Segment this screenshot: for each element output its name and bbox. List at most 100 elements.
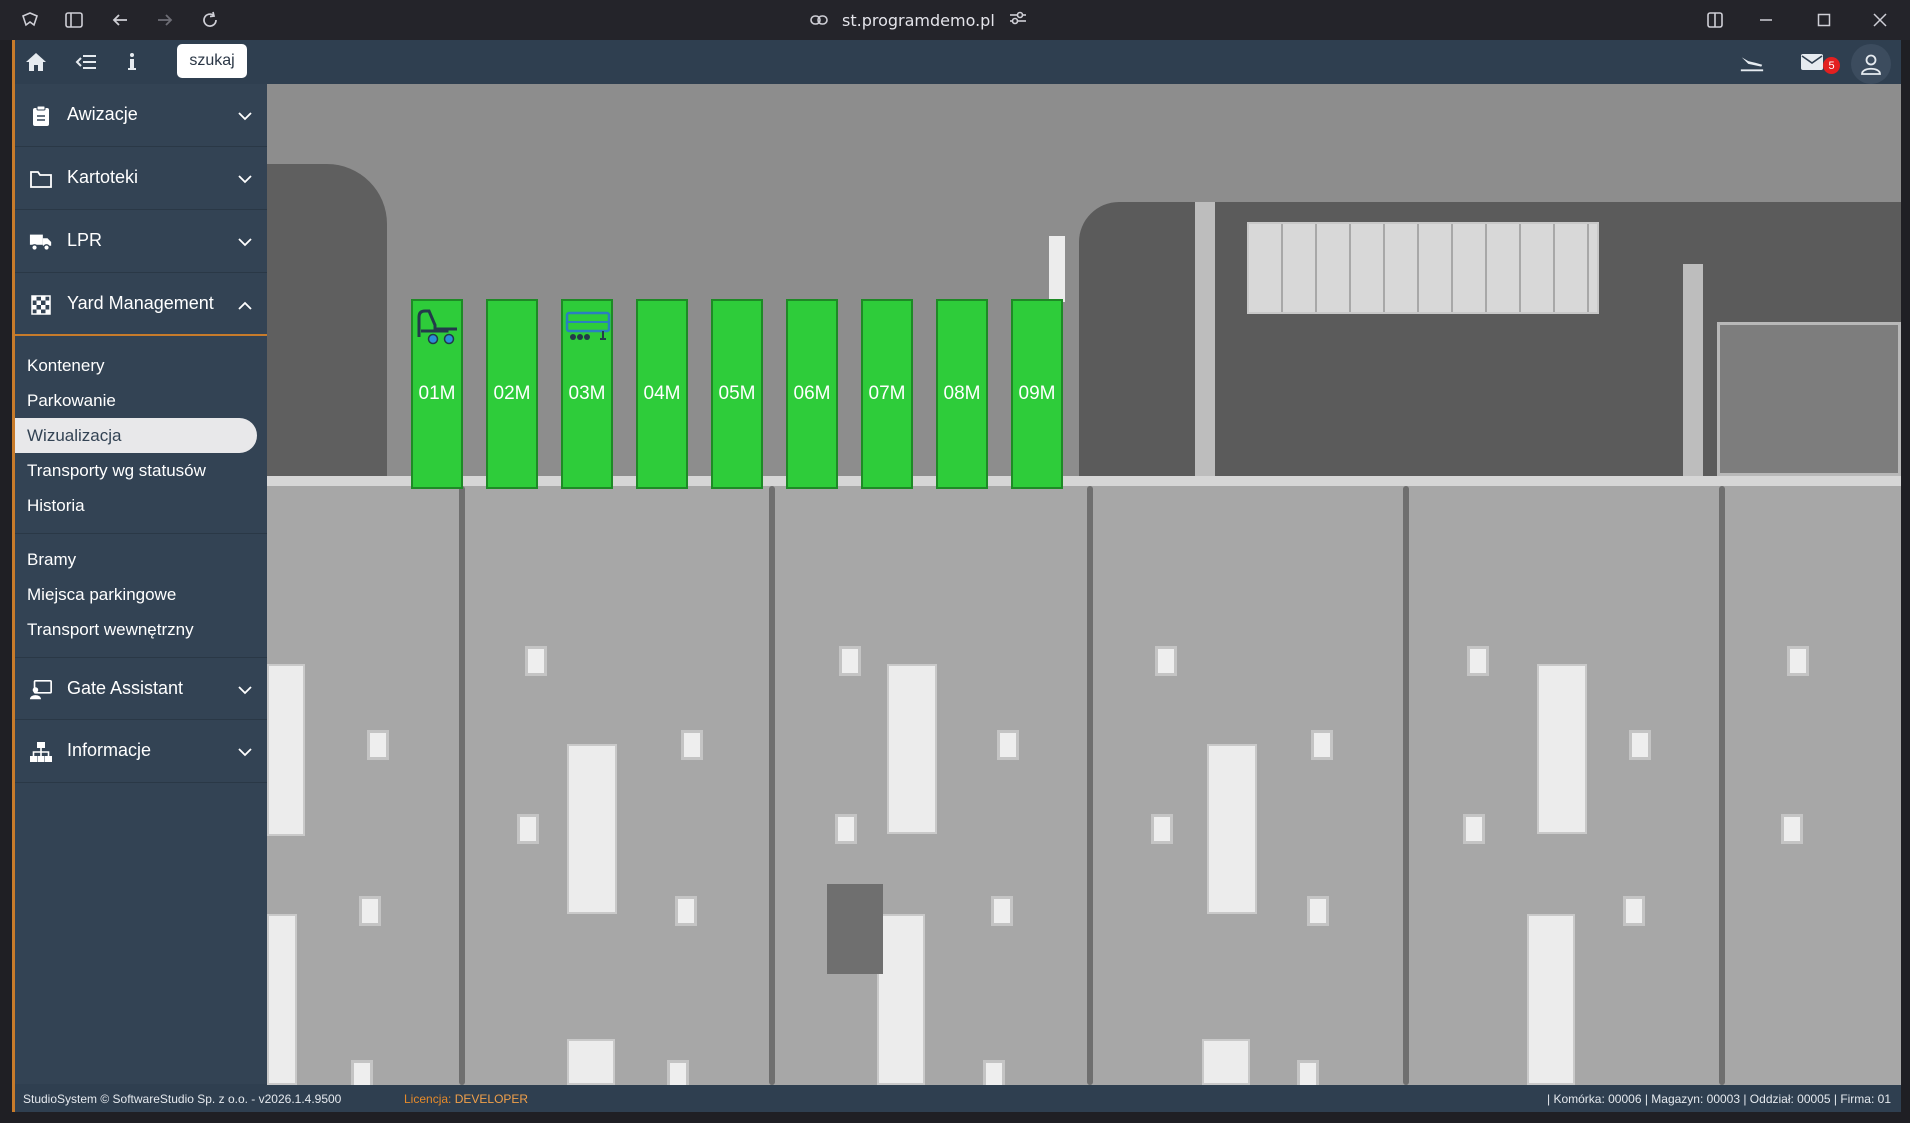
- parking-slot-06m[interactable]: 06M: [786, 299, 838, 489]
- map-roof-hatch: [997, 730, 1019, 760]
- map-roof-hatch: [1623, 896, 1645, 926]
- map-roof-seam: [769, 486, 775, 1085]
- yard-submenu: Kontenery Parkowanie Wizualizacja Transp…: [15, 336, 267, 657]
- sidebar-section-label: Gate Assistant: [67, 678, 184, 698]
- parking-slot-04m[interactable]: 04M: [636, 299, 688, 489]
- sidebar-section-lpr[interactable]: LPR: [15, 210, 267, 273]
- map-skylight: [567, 1039, 615, 1085]
- map-roof-seam: [1087, 486, 1093, 1085]
- sidebar-section-gate-assistant[interactable]: Gate Assistant: [15, 657, 267, 720]
- footer-license-value: DEVELOPER: [454, 1092, 529, 1106]
- footer-license: Licencja: DEVELOPER: [404, 1092, 528, 1106]
- sidebar-section-awizacje[interactable]: Awizacje: [15, 84, 267, 147]
- map-roof-hatch: [835, 814, 857, 844]
- map-skylight: [267, 914, 297, 1085]
- sidebar-section-label: Awizacje: [67, 104, 138, 124]
- folder-icon: [29, 167, 53, 191]
- sitemap-icon: [29, 740, 53, 764]
- info-icon[interactable]: [119, 50, 145, 74]
- search-button[interactable]: szukaj: [177, 44, 247, 78]
- chevron-down-icon: [235, 169, 255, 189]
- parking-slot-02m[interactable]: 02M: [486, 299, 538, 489]
- yard-map[interactable]: 01M 02M 03M 04M 05M 06M 07M 08M 09M: [267, 84, 1901, 1085]
- airplane-landing-icon[interactable]: [1739, 50, 1765, 74]
- split-view-icon[interactable]: [1703, 8, 1727, 32]
- sidebar-section-label: LPR: [67, 230, 103, 250]
- map-skylight: [1527, 914, 1575, 1085]
- map-barrier: [1049, 236, 1065, 302]
- link-icon: [810, 11, 828, 30]
- map-roof-hatch: [983, 1060, 1005, 1085]
- map-roof-seam: [1403, 486, 1409, 1085]
- map-road-strip: [1195, 202, 1215, 476]
- sidebar-section-label: Kartoteki: [67, 167, 139, 187]
- sidebar-item-miejsca-parkingowe[interactable]: Miejsca parkingowe: [15, 577, 257, 612]
- sidebar-section-informacje[interactable]: Informacje: [15, 720, 267, 783]
- close-icon[interactable]: [1868, 8, 1892, 32]
- chevron-up-icon: [235, 295, 255, 315]
- forward-arrow-icon[interactable]: [153, 8, 177, 32]
- map-warehouse-roof: [267, 476, 1901, 1085]
- person-desk-icon: [29, 678, 53, 702]
- sidebar-item-kontenery[interactable]: Kontenery: [15, 348, 257, 383]
- parking-slot-label: 07M: [868, 383, 906, 404]
- map-roof-hatch: [1307, 896, 1329, 926]
- home-icon[interactable]: [23, 50, 49, 74]
- mail-icon[interactable]: [1799, 50, 1825, 74]
- back-arrow-icon[interactable]: [108, 8, 132, 32]
- parking-slot-label: 01M: [418, 383, 456, 404]
- parking-slot-03m[interactable]: 03M: [561, 299, 613, 489]
- map-roof-structure: [1247, 222, 1599, 314]
- footer-copyright: StudioSystem © SoftwareStudio Sp. z o.o.…: [23, 1092, 342, 1106]
- chevron-down-icon: [235, 742, 255, 762]
- map-roof-hatch: [1787, 646, 1809, 676]
- map-roof-hatch: [367, 730, 389, 760]
- parking-slot-05m[interactable]: 05M: [711, 299, 763, 489]
- maximize-icon[interactable]: [1812, 8, 1836, 32]
- map-skylight: [567, 744, 617, 914]
- map-roof-hatch: [1629, 730, 1651, 760]
- map-roof-hatch: [1151, 814, 1173, 844]
- parking-slot-07m[interactable]: 07M: [861, 299, 913, 489]
- browser-titlebar: st.programdemo.pl: [0, 0, 1910, 40]
- truck-icon: [29, 230, 53, 254]
- map-roof-hatch: [525, 646, 547, 676]
- reload-icon[interactable]: [198, 8, 222, 32]
- sidebar-item-transport-wewnetrzny[interactable]: Transport wewnętrzny: [15, 612, 257, 647]
- sidebar-section-kartoteki[interactable]: Kartoteki: [15, 147, 267, 210]
- status-footer: StudioSystem © SoftwareStudio Sp. z o.o.…: [15, 1085, 1901, 1112]
- parking-slot-label: 03M: [568, 383, 606, 404]
- map-parking-lot-left: [267, 164, 387, 476]
- sidebar-item-parkowanie[interactable]: Parkowanie: [15, 383, 257, 418]
- app-logo-icon[interactable]: [18, 8, 42, 32]
- parking-slot-09m[interactable]: 09M: [1011, 299, 1063, 489]
- sidebar-item-historia[interactable]: Historia: [15, 488, 257, 523]
- mail-count-badge: 5: [1823, 57, 1840, 74]
- map-roof-seam: [1719, 486, 1725, 1085]
- map-roof-hatch: [351, 1060, 373, 1085]
- parking-slot-08m[interactable]: 08M: [936, 299, 988, 489]
- tractor-icon: [417, 309, 457, 345]
- minimize-icon[interactable]: [1754, 8, 1778, 32]
- site-settings-icon[interactable]: [1009, 10, 1027, 30]
- address-bar-url[interactable]: st.programdemo.pl: [842, 11, 995, 30]
- footer-license-label: Licencja:: [404, 1092, 452, 1106]
- parking-slot-01m[interactable]: 01M: [411, 299, 463, 489]
- map-roof-hatch: [1155, 646, 1177, 676]
- chevron-down-icon: [235, 680, 255, 700]
- map-roof-seam: [459, 486, 465, 1085]
- collapse-menu-icon[interactable]: [73, 50, 99, 74]
- chevron-down-icon: [235, 232, 255, 252]
- sidebar-item-transporty[interactable]: Transporty wg statusów: [15, 453, 257, 488]
- sidebar-item-wizualizacja[interactable]: Wizualizacja: [15, 418, 257, 453]
- map-skylight: [887, 664, 937, 834]
- map-roof-hatch: [675, 896, 697, 926]
- user-avatar[interactable]: [1851, 44, 1891, 84]
- sidebar-section-yard-management[interactable]: Yard Management: [15, 273, 267, 336]
- map-roof-hatch: [1297, 1060, 1319, 1085]
- sidebar-toggle-icon[interactable]: [62, 8, 86, 32]
- sidebar-item-bramy[interactable]: Bramy: [15, 542, 257, 577]
- parking-slot-label: 09M: [1018, 383, 1056, 404]
- map-building-right: [1717, 322, 1901, 476]
- map-roof-hatch: [681, 730, 703, 760]
